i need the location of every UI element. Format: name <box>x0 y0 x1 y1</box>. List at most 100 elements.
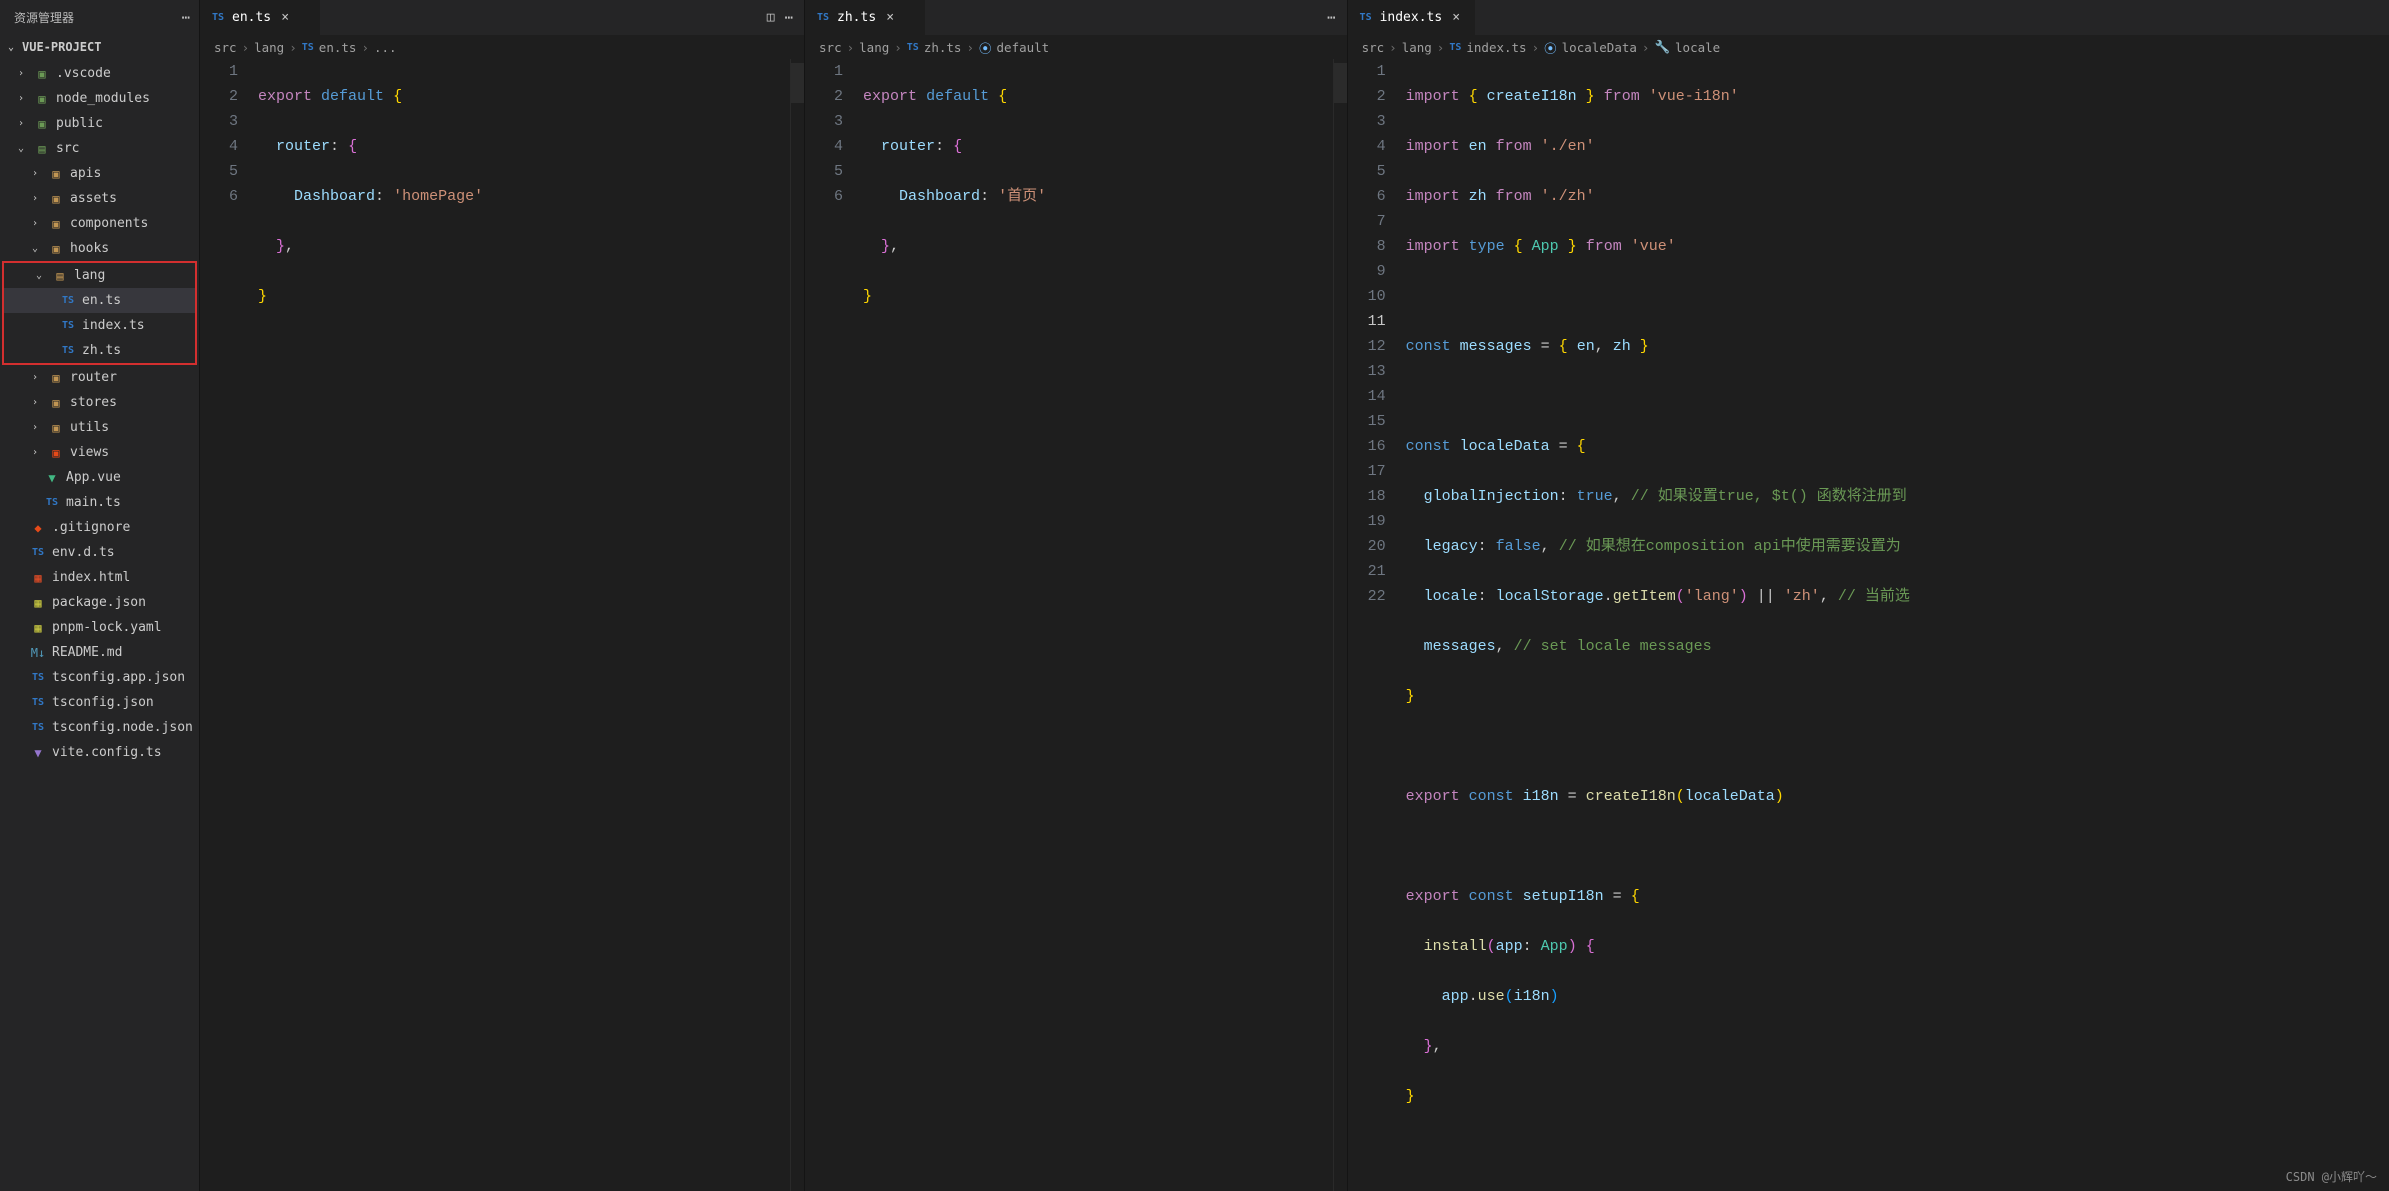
close-icon[interactable]: × <box>1448 10 1464 25</box>
breadcrumb[interactable]: src› lang› TS index.ts› ⦿ localeData› 🔧 … <box>1348 35 2389 59</box>
vue-icon: ▼ <box>44 471 60 485</box>
folder-assets[interactable]: ›▣assets <box>0 186 199 211</box>
chevron-right-icon: › <box>28 372 42 383</box>
chevron-right-icon: › <box>28 168 42 179</box>
folder-router[interactable]: ›▣router <box>0 365 199 390</box>
sidebar-title: 资源管理器 <box>14 9 74 26</box>
html-icon: ▦ <box>30 571 46 585</box>
file-pnpm-lock[interactable]: ▦pnpm-lock.yaml <box>0 615 199 640</box>
wrench-icon: 🔧 <box>1654 39 1670 55</box>
folder-views[interactable]: ›▣views <box>0 440 199 465</box>
chevron-right-icon: › <box>28 193 42 204</box>
file-gitignore[interactable]: ◆.gitignore <box>0 515 199 540</box>
md-icon: M↓ <box>30 646 46 660</box>
chevron-down-icon: ⌄ <box>4 42 18 53</box>
file-app-vue[interactable]: ▼App.vue <box>0 465 199 490</box>
chevron-right-icon: › <box>28 422 42 433</box>
code-area[interactable]: export default { router: { Dashboard: 'h… <box>258 59 790 1191</box>
chevron-down-icon: ⌄ <box>28 243 42 254</box>
tab-en[interactable]: TS en.ts × <box>200 0 320 35</box>
ts-icon: TS <box>907 42 919 53</box>
file-env-d-ts[interactable]: TSenv.d.ts <box>0 540 199 565</box>
ts-icon: TS <box>1358 12 1374 23</box>
tab-actions: ⋯ <box>1317 0 1346 35</box>
editor-body[interactable]: 123456 export default { router: { Dashbo… <box>200 59 804 1191</box>
line-gutter: 12345678910111213141516171819202122 <box>1348 59 1406 1191</box>
ts-icon: TS <box>302 42 314 53</box>
close-icon[interactable]: × <box>882 10 898 25</box>
folder-public[interactable]: ›▣public <box>0 111 199 136</box>
ts-icon: TS <box>815 12 831 23</box>
breadcrumb[interactable]: src› lang› TS zh.ts› ⦿ default <box>805 35 1347 59</box>
code-area[interactable]: export default { router: { Dashboard: '首… <box>863 59 1333 1191</box>
folder-open-icon: ▤ <box>34 142 50 156</box>
folder-open-icon: ▤ <box>52 269 68 283</box>
editor-pane-en: TS en.ts × ◫ ⋯ src› lang› TS en.ts› ... … <box>200 0 805 1191</box>
symbol-icon: ⦿ <box>1544 38 1557 57</box>
file-index-ts[interactable]: TSindex.ts <box>4 313 195 338</box>
json-icon: ▦ <box>30 596 46 610</box>
project-header[interactable]: ⌄ VUE-PROJECT <box>0 35 199 59</box>
chevron-right-icon: › <box>28 397 42 408</box>
folder-icon: ▣ <box>34 117 50 131</box>
file-zh-ts[interactable]: TSzh.ts <box>4 338 195 363</box>
chevron-right-icon: › <box>28 218 42 229</box>
folder-icon: ▣ <box>34 92 50 106</box>
tab-bar: TS en.ts × ◫ ⋯ <box>200 0 804 35</box>
folder-icon: ▣ <box>48 192 64 206</box>
folder-node-modules[interactable]: ›▣node_modules <box>0 86 199 111</box>
ts-icon: TS <box>30 722 46 733</box>
file-index-html[interactable]: ▦index.html <box>0 565 199 590</box>
folder-vscode[interactable]: ›▣.vscode <box>0 61 199 86</box>
file-en-ts[interactable]: TSen.ts <box>4 288 195 313</box>
editor-body[interactable]: 123456 export default { router: { Dashbo… <box>805 59 1347 1191</box>
git-icon: ◆ <box>30 521 46 535</box>
ts-icon: TS <box>60 345 76 356</box>
folder-components[interactable]: ›▣components <box>0 211 199 236</box>
vite-icon: ▼ <box>30 746 46 760</box>
folder-hooks[interactable]: ⌄▣hooks <box>0 236 199 261</box>
breadcrumb[interactable]: src› lang› TS en.ts› ... <box>200 35 804 59</box>
explorer-sidebar: 资源管理器 ⋯ ⌄ VUE-PROJECT ›▣.vscode ›▣node_m… <box>0 0 200 1191</box>
more-icon[interactable]: ⋯ <box>1327 10 1336 26</box>
ts-icon: TS <box>210 12 226 23</box>
line-gutter: 123456 <box>200 59 258 1191</box>
project-name: VUE-PROJECT <box>22 40 101 54</box>
editor-pane-index: TS index.ts × src› lang› TS index.ts› ⦿ … <box>1348 0 2389 1191</box>
file-tsconfig[interactable]: TStsconfig.json <box>0 690 199 715</box>
file-readme[interactable]: M↓README.md <box>0 640 199 665</box>
symbol-icon: ⦿ <box>979 38 992 57</box>
folder-lang[interactable]: ⌄▤lang <box>4 263 195 288</box>
chevron-right-icon: › <box>14 93 28 104</box>
file-tsconfig-app[interactable]: TStsconfig.app.json <box>0 665 199 690</box>
file-tsconfig-node[interactable]: TStsconfig.node.json <box>0 715 199 740</box>
file-main-ts[interactable]: TSmain.ts <box>0 490 199 515</box>
folder-icon: ▣ <box>48 421 64 435</box>
folder-stores[interactable]: ›▣stores <box>0 390 199 415</box>
folder-utils[interactable]: ›▣utils <box>0 415 199 440</box>
tab-zh[interactable]: TS zh.ts × <box>805 0 925 35</box>
more-icon[interactable]: ⋯ <box>182 10 191 26</box>
folder-icon: ▣ <box>48 242 64 256</box>
watermark: CSDN @小辉吖～ <box>2286 1168 2377 1185</box>
minimap[interactable] <box>790 59 804 1191</box>
folder-apis[interactable]: ›▣apis <box>0 161 199 186</box>
file-package-json[interactable]: ▦package.json <box>0 590 199 615</box>
chevron-right-icon: › <box>14 68 28 79</box>
file-vite-config[interactable]: ▼vite.config.ts <box>0 740 199 765</box>
minimap[interactable] <box>1333 59 1347 1191</box>
editor-body[interactable]: 12345678910111213141516171819202122 impo… <box>1348 59 2389 1191</box>
code-area[interactable]: import { createI18n } from 'vue-i18n' im… <box>1406 59 2389 1191</box>
more-icon[interactable]: ⋯ <box>785 10 794 26</box>
tab-index[interactable]: TS index.ts × <box>1348 0 1476 35</box>
split-editor-icon[interactable]: ◫ <box>767 10 775 25</box>
line-gutter: 123456 <box>805 59 863 1191</box>
ts-icon: TS <box>1449 42 1461 53</box>
sidebar-header: 资源管理器 ⋯ <box>0 0 199 35</box>
chevron-right-icon: › <box>28 447 42 458</box>
folder-src[interactable]: ⌄▤src <box>0 136 199 161</box>
folder-icon: ▣ <box>48 167 64 181</box>
chevron-right-icon: › <box>14 118 28 129</box>
folder-icon: ▣ <box>48 396 64 410</box>
close-icon[interactable]: × <box>277 10 293 25</box>
